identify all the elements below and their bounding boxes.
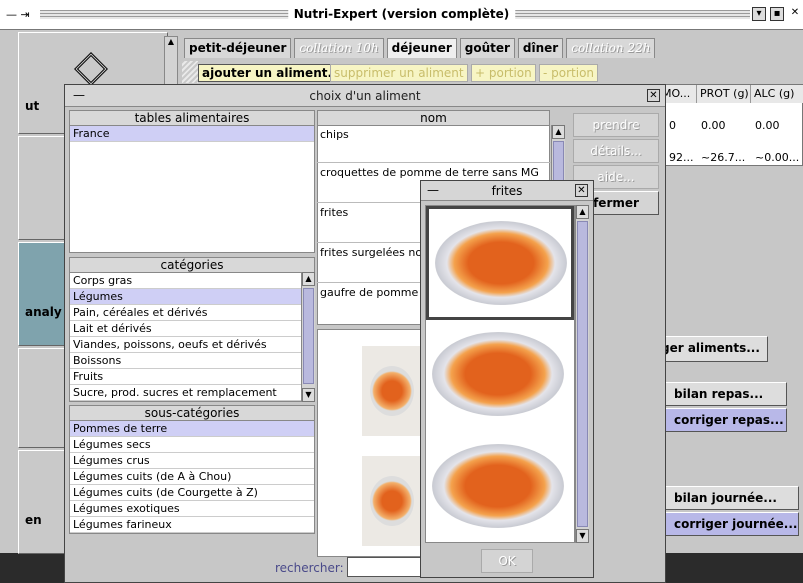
table-cell: 0.00 [701,119,726,132]
list-item[interactable]: Sucre, prod. sucres et remplacement [70,385,302,401]
fries-plate [370,476,414,526]
subcategories-list[interactable]: Pommes de terre Légumes secs Légumes crus L… [69,420,315,534]
main-window-title: Nutri-Expert (version complète) [287,7,516,21]
fries-image-selected[interactable] [426,206,574,320]
list-item[interactable]: Légumes [70,289,302,305]
tab-petit-dejeuner[interactable]: petit-déjeuner [184,38,292,58]
ok-button[interactable]: OK [481,549,533,573]
tables-header: tables alimentaires [69,110,315,126]
tab-collation-10h[interactable]: collation 10h [294,38,384,58]
table-cell: 92... [669,151,694,164]
list-item[interactable]: Légumes exotiques [70,501,314,517]
search-label: rechercher: [275,561,344,575]
table-cell: ~0.00... [755,151,800,164]
details-button[interactable]: détails... [573,139,659,163]
scroll-thumb[interactable] [303,288,314,384]
scroll-thumb[interactable] [553,141,564,181]
fries-image[interactable] [426,436,574,542]
scroll-down-icon[interactable]: ▼ [302,388,315,402]
add-food-button[interactable]: ajouter un aliment... [198,64,346,82]
list-item[interactable]: Boissons [70,353,302,369]
categories-header: catégories [69,257,315,273]
popup-close-icon[interactable]: ✕ [575,184,588,197]
side-label-analy: analy [25,305,62,319]
fries-image [362,456,422,546]
list-item[interactable]: Légumes secs [70,437,314,453]
tab-collation-22h[interactable]: collation 22h [566,38,656,58]
plus-portion-button[interactable]: + portion [471,64,536,82]
list-item[interactable]: France [70,126,314,142]
meal-tabs: petit-déjeuner collation 10h déjeuner go… [184,38,656,58]
scroll-up-icon[interactable]: ▲ [576,205,589,219]
search-input[interactable] [347,557,427,577]
popup-scrollbar[interactable]: ▲ ▼ [575,205,589,543]
grip-handle [182,61,198,83]
fries-plate [435,221,567,305]
table-cell: 0.00 [755,119,780,132]
remove-food-button[interactable]: supprimer un aliment [330,64,468,82]
list-item[interactable]: Lait et dérivés [70,321,302,337]
bilan-journee-button[interactable]: bilan journée... [661,486,799,510]
tab-gouter[interactable]: goûter [459,38,515,58]
side-label-ut: ut [25,99,40,113]
fries-plate [370,366,414,416]
list-item[interactable]: Pommes de terre [70,421,314,437]
list-item[interactable]: chips [317,125,552,163]
categories-scrollbar[interactable]: ▲ ▼ [301,272,315,402]
table-cell: 0 [669,119,676,132]
fries-plate [432,332,564,416]
table-cell: ~26.7... [701,151,746,164]
scroll-up-icon[interactable]: ▲ [552,125,565,139]
popup-title: frites [491,184,523,198]
fries-image [362,346,422,436]
dialog-title-bar: — choix d'un aliment ✕ [65,85,665,107]
nom-header: nom [317,110,550,126]
col-header-alc[interactable]: ALC (g) [751,85,803,103]
list-item[interactable]: Pain, céréales et dérivés [70,305,302,321]
fries-plate [432,444,564,528]
tab-dejeuner[interactable]: déjeuner [386,38,457,58]
table-area-blank [658,168,803,328]
logo-icon [74,52,108,86]
corriger-repas-button[interactable]: corriger repas... [661,408,787,432]
scroll-up-icon[interactable]: ▲ [302,272,315,286]
minimize-icon[interactable]: ▾ [752,7,766,21]
dialog-close-icon[interactable]: ✕ [647,89,660,102]
col-header-prot[interactable]: PROT (g) [697,85,751,103]
list-item[interactable]: Légumes farineux [70,517,314,533]
window-menu-icon[interactable]: — ⇥ [6,8,30,21]
frites-popup: — frites ✕ ▲ ▼ OK [420,180,594,578]
scroll-up-icon[interactable]: ▲ [165,37,177,49]
popup-image-list[interactable] [425,205,575,543]
scroll-thumb[interactable] [577,221,588,527]
list-item[interactable]: Légumes cuits (de Courgette à Z) [70,485,314,501]
list-item[interactable]: Corps gras [70,273,302,289]
minus-portion-button[interactable]: - portion [539,64,599,82]
list-item[interactable]: Fruits [70,369,302,385]
maximize-icon[interactable]: ▪ [770,7,784,21]
dialog-title: choix d'un aliment [309,89,421,103]
bilan-repas-button[interactable]: bilan repas... [661,382,787,406]
nutrients-table: MO... PROT (g) ALC (g) 0 0.00 0.00 92...… [658,84,803,166]
corriger-journee-button[interactable]: corriger journée... [661,512,799,536]
charger-aliments-button[interactable]: ger aliments... [660,336,768,362]
tab-diner[interactable]: dîner [517,38,564,58]
prendre-button[interactable]: prendre [573,113,659,137]
list-item[interactable]: Légumes crus [70,453,314,469]
list-item[interactable]: Légumes cuits (de A à Chou) [70,469,314,485]
main-title-bar: — ⇥ Nutri-Expert (version complète) ▾ ▪ … [0,0,803,30]
subcategories-header: sous-catégories [69,405,315,421]
scroll-down-icon[interactable]: ▼ [576,529,589,543]
categories-list[interactable]: Corps gras Légumes Pain, céréales et dériv… [69,272,303,402]
popup-title-bar: — frites ✕ [421,181,593,201]
side-label-en: en [25,513,42,527]
close-icon[interactable]: ✕ [788,7,802,21]
fries-image[interactable] [426,324,574,432]
tables-list[interactable]: France [69,125,315,253]
list-item[interactable]: Viandes, poissons, oeufs et dérivés [70,337,302,353]
